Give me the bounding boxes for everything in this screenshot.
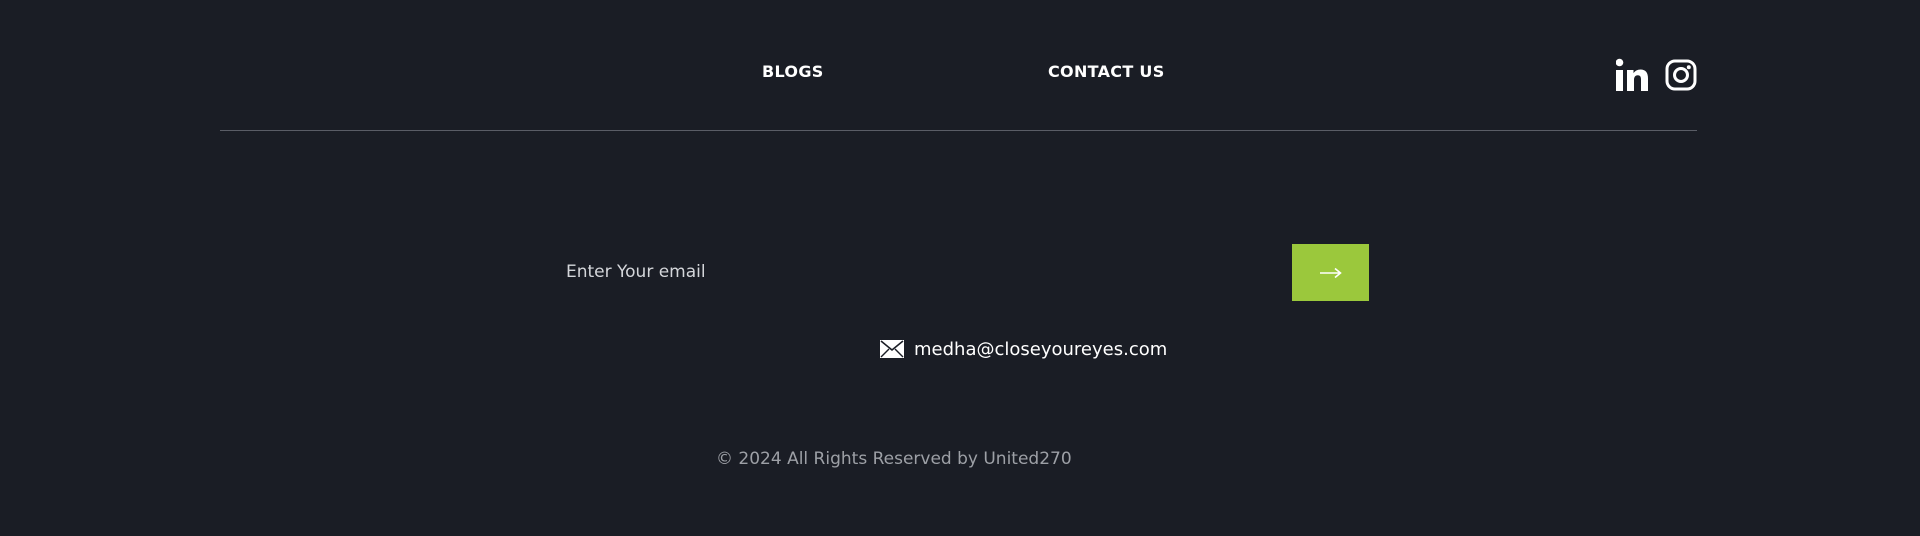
footer-divider: [220, 130, 1697, 131]
nav-link-blogs[interactable]: BLOGS: [762, 62, 824, 82]
subscribe-submit-button[interactable]: [1292, 244, 1369, 301]
instagram-icon: [1665, 59, 1697, 91]
nav-link-contact-us[interactable]: CONTACT US: [1048, 62, 1165, 82]
copyright-text: © 2024 All Rights Reserved by United270: [716, 449, 1072, 469]
contact-email-line: medha@closeyoureyes.com: [880, 336, 1167, 362]
linkedin-link[interactable]: [1615, 58, 1648, 92]
email-input[interactable]: [556, 244, 1286, 300]
instagram-link[interactable]: [1665, 58, 1697, 92]
linkedin-icon: [1615, 58, 1648, 91]
mail-icon: [880, 340, 904, 358]
arrow-right-icon: [1319, 267, 1342, 278]
contact-email-link[interactable]: medha@closeyoureyes.com: [914, 339, 1167, 360]
